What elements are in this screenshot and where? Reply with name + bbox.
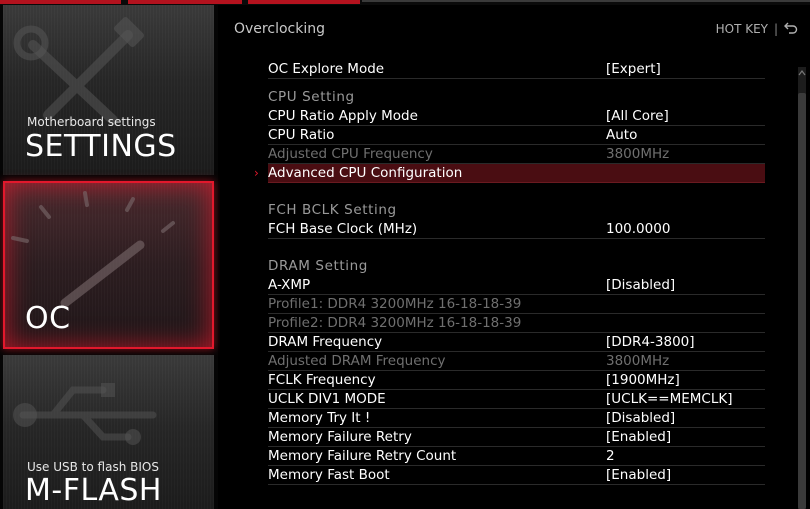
top-tab-2[interactable] [128, 0, 242, 4]
fch-base-clock-row[interactable]: FCH Base Clock (MHz) 100.0000 [268, 220, 765, 239]
advanced-cpu-configuration-row[interactable]: › Advanced CPU Configuration [254, 164, 765, 183]
fch-section-heading: FCH BCLK Setting [268, 202, 397, 218]
page-title: Overclocking [234, 21, 325, 37]
setting-label: OC Explore Mode [268, 61, 385, 77]
memory-try-it-row[interactable]: Memory Try It ! [Disabled] [268, 409, 765, 428]
setting-value: [1900MHz] [606, 372, 680, 388]
setting-label: FCLK Frequency [268, 372, 376, 388]
oc-explore-mode-row[interactable]: OC Explore Mode [Expert] [268, 60, 765, 79]
sidebar-item-mflash[interactable]: Use USB to flash BIOS M-FLASH [3, 355, 214, 509]
sidebar: Motherboard settings SETTINGS OC Use USB… [0, 5, 218, 509]
dram-section-heading: DRAM Setting [268, 258, 368, 274]
setting-label: Memory Try It ! [268, 410, 371, 426]
setting-label: Adjusted DRAM Frequency [268, 353, 446, 369]
fclk-frequency-row[interactable]: FCLK Frequency [1900MHz] [268, 371, 765, 390]
settings-subtitle: Motherboard settings [27, 115, 156, 129]
setting-label: FCH Base Clock (MHz) [268, 221, 418, 237]
top-tab-divider [362, 0, 810, 2]
uclk-div1-mode-row[interactable]: UCLK DIV1 MODE [UCLK==MEMCLK] [268, 390, 765, 409]
setting-value: Auto [606, 127, 638, 143]
cpu-section-heading: CPU Setting [268, 89, 355, 105]
sidebar-item-oc[interactable]: OC [3, 181, 214, 349]
top-tab-1[interactable] [0, 0, 121, 4]
setting-label: UCLK DIV1 MODE [268, 391, 386, 407]
setting-value: 3800MHz [606, 146, 670, 162]
setting-label: A-XMP [268, 277, 311, 293]
memory-failure-retry-count-row[interactable]: Memory Failure Retry Count 2 [268, 447, 765, 466]
setting-value: [All Core] [606, 108, 669, 124]
memory-failure-retry-row[interactable]: Memory Failure Retry [Enabled] [268, 428, 765, 447]
setting-label: DRAM Frequency [268, 334, 383, 350]
cpu-ratio-apply-mode-row[interactable]: CPU Ratio Apply Mode [All Core] [268, 107, 765, 126]
setting-value: 3800MHz [606, 353, 670, 369]
setting-label: Memory Failure Retry [268, 429, 412, 445]
sidebar-item-settings[interactable]: Motherboard settings SETTINGS [3, 5, 214, 175]
setting-label: Profile2: DDR4 3200MHz 16-18-18-39 [268, 315, 522, 331]
setting-value: [DDR4-3800] [606, 334, 695, 350]
setting-value: [Enabled] [606, 467, 672, 483]
selection-chevron-icon: › [254, 166, 259, 180]
setting-value: [Expert] [606, 61, 661, 77]
setting-label: Profile1: DDR4 3200MHz 16-18-18-39 [268, 296, 522, 312]
dram-frequency-row[interactable]: DRAM Frequency [DDR4-3800] [268, 333, 765, 352]
back-arrow-icon[interactable] [784, 21, 798, 35]
setting-label: Memory Fast Boot [268, 467, 390, 483]
cpu-ratio-row[interactable]: CPU Ratio Auto [268, 126, 765, 145]
main-panel: Overclocking HOT KEY | OC Explore Mode [… [220, 5, 810, 509]
adjusted-dram-frequency-row: Adjusted DRAM Frequency 3800MHz [268, 352, 765, 371]
scroll-up-icon[interactable] [798, 67, 806, 79]
setting-value: 2 [606, 448, 615, 464]
setting-label: Advanced CPU Configuration [268, 165, 463, 181]
settings-title: SETTINGS [25, 129, 177, 164]
profile1-row: Profile1: DDR4 3200MHz 16-18-18-39 [268, 295, 765, 314]
mflash-subtitle: Use USB to flash BIOS [27, 460, 159, 474]
setting-label: Adjusted CPU Frequency [268, 146, 433, 162]
setting-label: Memory Failure Retry Count [268, 448, 457, 464]
a-xmp-row[interactable]: A-XMP [Disabled] [268, 276, 765, 295]
setting-value: [Disabled] [606, 277, 676, 293]
mflash-title: M-FLASH [25, 473, 162, 508]
setting-value: [UCLK==MEMCLK] [606, 391, 733, 407]
setting-label: CPU Ratio Apply Mode [268, 108, 418, 124]
settings-list: OC Explore Mode [Expert] CPU Setting CPU… [254, 60, 765, 485]
top-tab-3[interactable] [248, 0, 360, 4]
setting-value: [Disabled] [606, 410, 676, 426]
setting-value: 100.0000 [606, 221, 671, 237]
setting-label: CPU Ratio [268, 127, 335, 143]
profile2-row: Profile2: DDR4 3200MHz 16-18-18-39 [268, 314, 765, 333]
scrollbar-thumb[interactable] [798, 93, 806, 509]
oc-title: OC [25, 301, 71, 336]
memory-fast-boot-row[interactable]: Memory Fast Boot [Enabled] [268, 466, 765, 485]
adjusted-cpu-frequency-row: Adjusted CPU Frequency 3800MHz [268, 145, 765, 164]
header-separator: | [773, 22, 778, 36]
hotkey-button[interactable]: HOT KEY [716, 22, 768, 36]
setting-value: [Enabled] [606, 429, 672, 445]
